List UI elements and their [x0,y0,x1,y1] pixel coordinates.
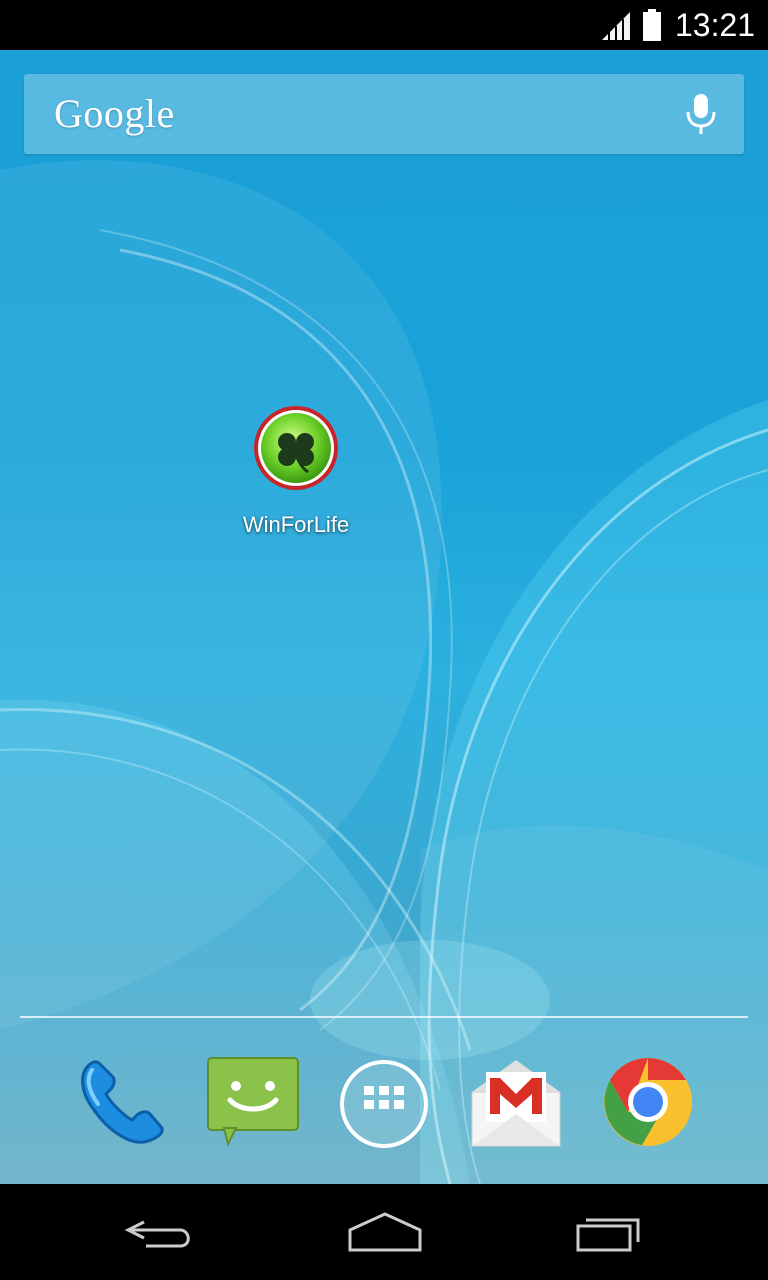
mic-icon[interactable] [679,92,723,136]
back-icon[interactable] [116,1204,206,1260]
dock-chrome[interactable] [598,1052,698,1152]
google-logo: Google [54,91,175,136]
navigation-bar [0,1184,768,1280]
app-drawer-icon [340,1060,428,1148]
phone-icon [81,1060,164,1144]
app-label: WinForLife [242,512,350,537]
status-bar: 13:21 [0,0,768,50]
dock-app-drawer[interactable] [334,1052,434,1152]
clover-icon [254,406,338,490]
dock-messaging[interactable] [204,1052,304,1152]
dock-gmail[interactable] [466,1052,566,1152]
google-search-bar[interactable]: Google [24,74,744,154]
home-icon[interactable] [340,1204,430,1260]
clock: 13:21 [675,7,756,43]
dock-divider [20,1016,748,1018]
gmail-icon [471,1060,561,1147]
signal-icon [602,12,630,40]
battery-icon [643,9,661,41]
messaging-icon [207,1057,299,1147]
recents-icon[interactable] [566,1204,656,1260]
wallpaper [0,50,768,1184]
app-winforlife[interactable]: WinForLife [226,400,366,550]
chrome-icon [604,1058,692,1146]
dock-phone[interactable] [70,1052,170,1152]
